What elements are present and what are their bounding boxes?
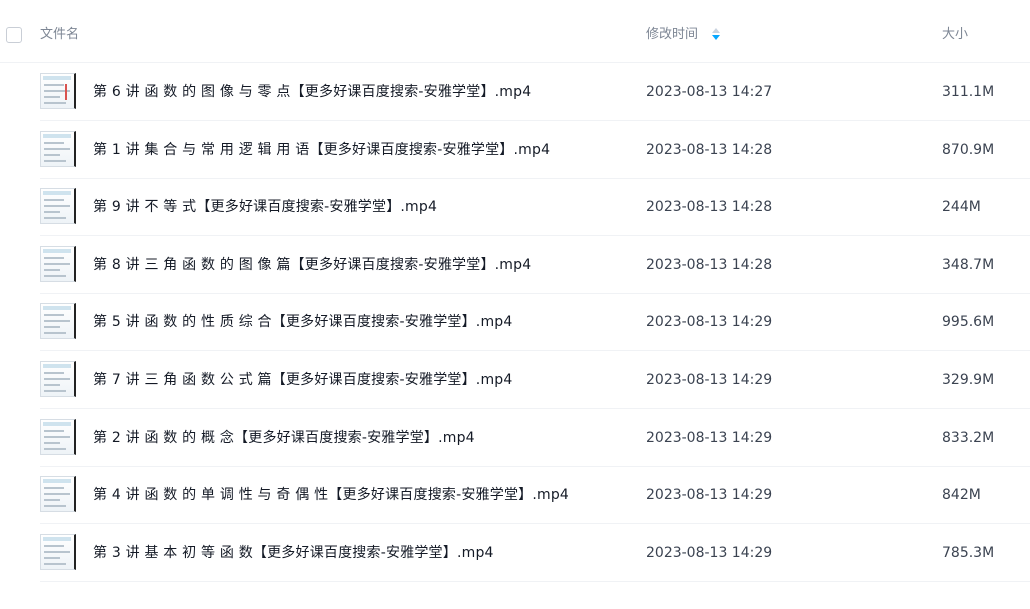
video-thumbnail-icon[interactable] xyxy=(40,303,76,340)
file-row[interactable]: 第 1 讲 集 合 与 常 用 逻 辑 用 语【更多好课百度搜索-安雅学堂】.m… xyxy=(40,121,1030,179)
file-modified-time: 2023-08-13 14:29 xyxy=(646,372,773,388)
file-size: 870.9M xyxy=(942,141,995,158)
file-row[interactable]: 第 2 讲 函 数 的 概 念【更多好课百度搜索-安雅学堂】.mp4 2023-0… xyxy=(40,409,1030,467)
file-name[interactable]: 第 6 讲 函 数 的 图 像 与 零 点【更多好课百度搜索-安雅学堂】.mp4 xyxy=(93,82,531,102)
video-thumbnail-icon[interactable] xyxy=(40,361,76,397)
video-thumbnail-icon[interactable] xyxy=(40,245,76,282)
file-row[interactable]: 第 5 讲 函 数 的 性 质 综 合【更多好课百度搜索-安雅学堂】.mp4 20… xyxy=(40,293,1030,352)
file-name[interactable]: 第 5 讲 函 数 的 性 质 综 合【更多好课百度搜索-安雅学堂】.mp4 xyxy=(93,312,513,332)
column-header-name[interactable]: 文件名 xyxy=(40,26,79,44)
file-modified-time: 2023-08-13 14:28 xyxy=(646,141,773,158)
file-row[interactable]: 第 8 讲 三 角 函 数 的 图 像 篇【更多好课百度搜索-安雅学堂】.mp4… xyxy=(40,236,1030,294)
file-modified-time: 2023-08-13 14:29 xyxy=(646,429,773,446)
file-size: 842M xyxy=(942,487,981,504)
video-thumbnail-icon[interactable] xyxy=(40,476,76,513)
video-thumbnail-icon[interactable] xyxy=(40,188,76,225)
select-all-checkbox[interactable] xyxy=(6,27,22,43)
file-modified-time: 2023-08-13 14:27 xyxy=(646,84,773,100)
video-thumbnail-icon[interactable] xyxy=(40,130,76,167)
file-size: 785.3M xyxy=(942,544,995,561)
file-size: 311.1M xyxy=(942,84,995,100)
file-name[interactable]: 第 3 讲 基 本 初 等 函 数【更多好课百度搜索-安雅学堂】.mp4 xyxy=(93,543,494,563)
file-name[interactable]: 第 9 讲 不 等 式【更多好课百度搜索-安雅学堂】.mp4 xyxy=(93,197,437,217)
file-row[interactable]: 第 3 讲 基 本 初 等 函 数【更多好课百度搜索-安雅学堂】.mp4 2023… xyxy=(40,524,1030,582)
file-name[interactable]: 第 1 讲 集 合 与 常 用 逻 辑 用 语【更多好课百度搜索-安雅学堂】.m… xyxy=(93,140,550,160)
file-row[interactable]: 第 6 讲 函 数 的 图 像 与 零 点【更多好课百度搜索-安雅学堂】.mp4… xyxy=(40,63,1030,121)
file-name[interactable]: 第 7 讲 三 角 函 数 公 式 篇【更多好课百度搜索-安雅学堂】.mp4 xyxy=(93,370,513,390)
file-size: 995.6M xyxy=(942,314,995,331)
file-name[interactable]: 第 2 讲 函 数 的 概 念【更多好课百度搜索-安雅学堂】.mp4 xyxy=(93,428,475,448)
file-modified-time: 2023-08-13 14:29 xyxy=(646,544,773,561)
file-size: 348.7M xyxy=(942,256,995,273)
file-size: 329.9M xyxy=(942,372,995,388)
file-name[interactable]: 第 8 讲 三 角 函 数 的 图 像 篇【更多好课百度搜索-安雅学堂】.mp4 xyxy=(93,255,531,275)
video-thumbnail-icon[interactable] xyxy=(40,533,76,570)
video-thumbnail-icon[interactable] xyxy=(40,73,76,109)
file-modified-time: 2023-08-13 14:29 xyxy=(646,314,773,331)
video-thumbnail-icon[interactable] xyxy=(40,418,76,455)
file-size: 244M xyxy=(942,199,981,216)
file-size: 833.2M xyxy=(942,429,995,446)
file-modified-time: 2023-08-13 14:28 xyxy=(646,199,773,216)
file-name[interactable]: 第 4 讲 函 数 的 单 调 性 与 奇 偶 性【更多好课百度搜索-安雅学堂】… xyxy=(93,485,569,505)
file-row[interactable]: 第 7 讲 三 角 函 数 公 式 篇【更多好课百度搜索-安雅学堂】.mp4 20… xyxy=(40,351,1030,409)
column-header-modified-time[interactable]: 修改时间 xyxy=(646,26,698,44)
sort-icon[interactable] xyxy=(711,27,721,41)
file-modified-time: 2023-08-13 14:28 xyxy=(646,256,773,273)
file-row[interactable]: 第 9 讲 不 等 式【更多好课百度搜索-安雅学堂】.mp4 2023-08-13… xyxy=(40,178,1030,237)
file-list-header: 文件名 修改时间 大小 xyxy=(0,0,1030,63)
column-header-size[interactable]: 大小 xyxy=(942,26,968,44)
file-row[interactable]: 第 4 讲 函 数 的 单 调 性 与 奇 偶 性【更多好课百度搜索-安雅学堂】… xyxy=(40,466,1030,525)
file-modified-time: 2023-08-13 14:29 xyxy=(646,487,773,504)
